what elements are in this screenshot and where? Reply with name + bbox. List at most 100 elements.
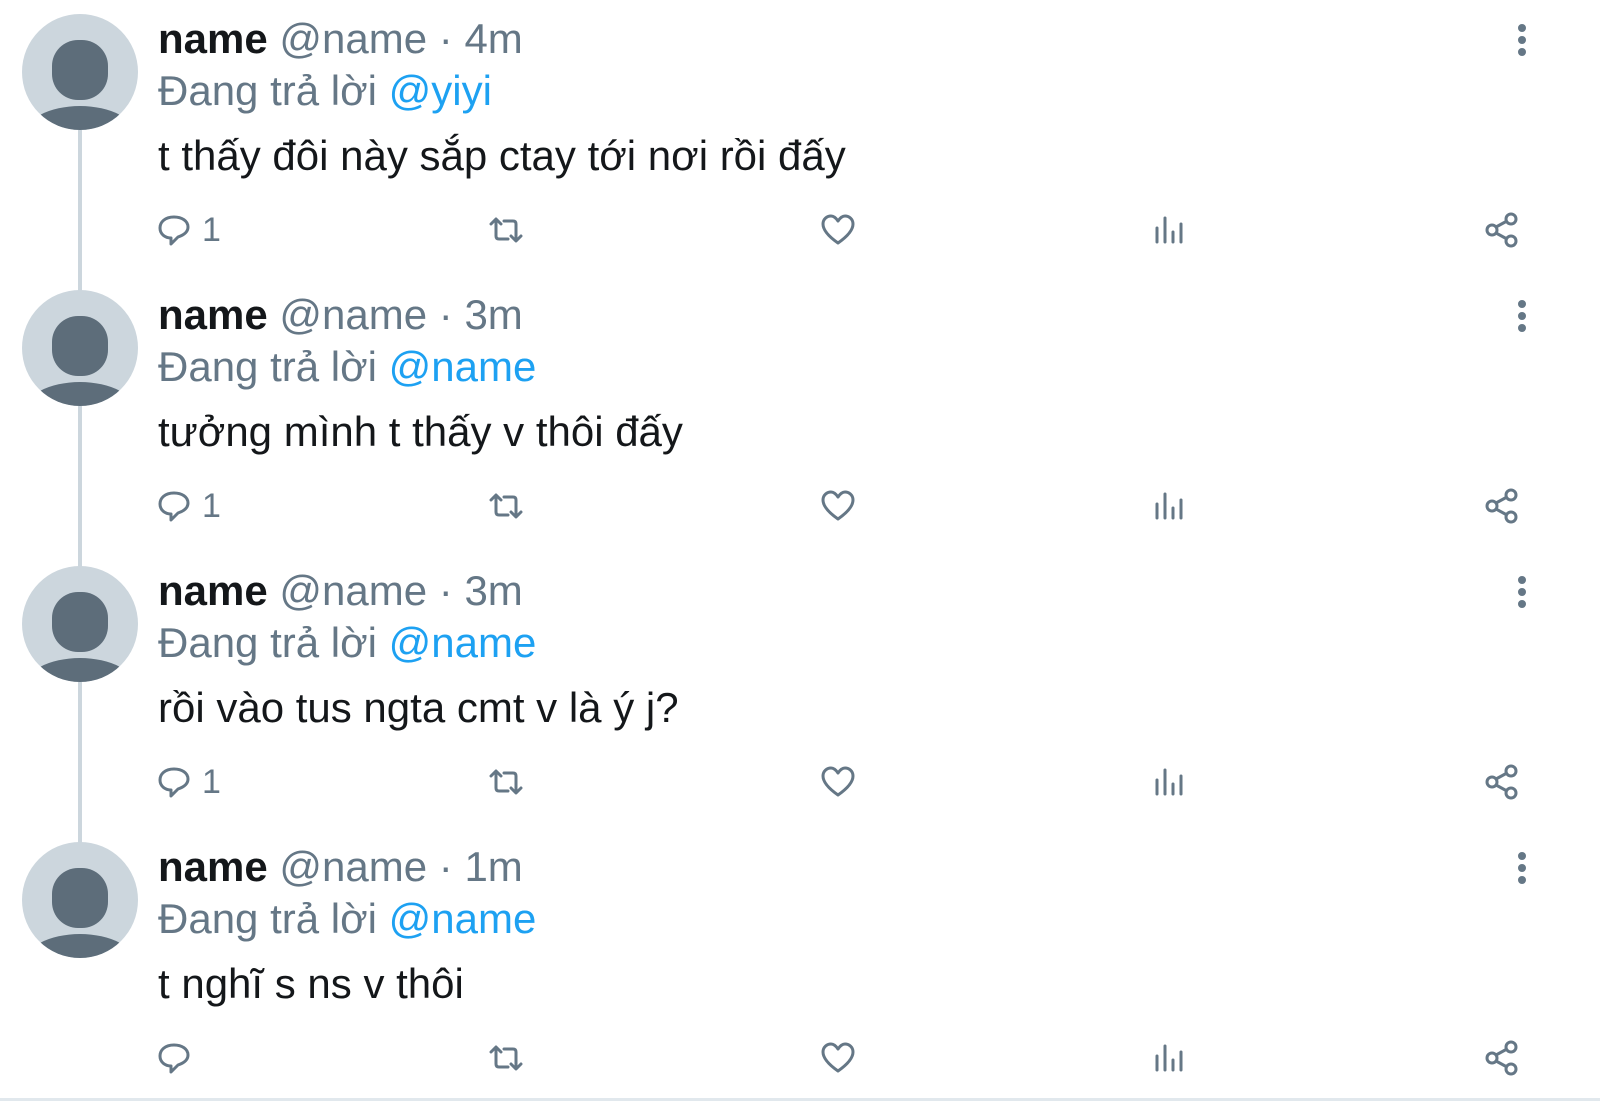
stats-button[interactable] [1152,1036,1188,1080]
default-avatar-icon [25,40,135,130]
retweet-button[interactable] [488,208,524,252]
replying-to-line: Đang trả lời @name [158,618,536,668]
more-options-button[interactable] [1508,296,1540,336]
tweet-text: t nghĩ s ns v thôi [158,960,464,1007]
reply-button[interactable] [156,1036,202,1080]
tweet-thread: name @name · 4m Đang trả lời @yiyi t thấ… [0,0,1600,1104]
stats-icon [1155,216,1183,244]
tweet-header: name @name · 4m [158,14,523,64]
like-button[interactable] [820,1036,856,1080]
replying-to-label: Đang trả lời [158,343,389,390]
like-button[interactable] [820,208,856,252]
share-icon [1485,488,1518,524]
replying-to-mention[interactable]: @name [389,343,537,390]
more-options-button[interactable] [1508,848,1540,888]
reply-count: 1 [202,211,221,249]
default-avatar-icon [25,868,135,958]
separator-dot: · [438,291,453,338]
share-icon [1485,1040,1518,1076]
stats-icon [1155,1044,1183,1072]
reply-count: 1 [202,763,221,801]
like-button[interactable] [820,484,856,528]
stats-button[interactable] [1152,760,1188,804]
reply-button[interactable]: 1 [156,208,221,252]
user-handle[interactable]: @name [279,567,427,614]
share-icon [1485,212,1518,248]
reply-button[interactable]: 1 [156,760,221,804]
replying-to-label: Đang trả lời [158,67,389,114]
user-handle[interactable]: @name [279,291,427,338]
reply-icon [158,215,190,246]
avatar[interactable] [22,290,138,406]
avatar[interactable] [22,842,138,958]
user-handle[interactable]: @name [279,15,427,62]
separator-dot: · [438,843,453,890]
reply-button[interactable]: 1 [156,484,221,528]
more-options-button[interactable] [1508,572,1540,612]
replying-to-label: Đang trả lời [158,619,389,666]
tweet-header: name @name · 3m [158,566,523,616]
replying-to-label: Đang trả lời [158,895,389,942]
more-options-button[interactable] [1508,20,1540,60]
tweet-text: rồi vào tus ngta cmt v là ý j? [158,684,679,731]
more-icon [1518,852,1526,884]
tweet-item[interactable]: name @name · 3m Đang trả lời @name rồi v… [0,552,1600,850]
tweet-item[interactable]: name @name · 1m Đang trả lời @name t ngh… [0,828,1600,1104]
tweet-text: t thấy đôi này sắp ctay tới nơi rồi đấy [158,132,846,179]
share-button[interactable] [1484,1036,1520,1080]
tweet-text: tưởng mình t thấy v thôi đấy [158,408,683,455]
tweet-item[interactable]: name @name · 4m Đang trả lời @yiyi t thấ… [0,0,1600,298]
share-button[interactable] [1484,208,1520,252]
replying-to-line: Đang trả lời @name [158,342,536,392]
like-icon [821,214,855,245]
retweet-icon [489,769,523,795]
avatar[interactable] [22,14,138,130]
bottom-divider [0,1098,1600,1101]
tweet-actions: 1 [0,484,1600,528]
retweet-icon [489,217,523,243]
retweet-button[interactable] [488,760,524,804]
default-avatar-icon [25,316,135,406]
tweet-item[interactable]: name @name · 3m Đang trả lời @name tưởng… [0,276,1600,574]
reply-count: 1 [202,487,221,525]
replying-to-mention[interactable]: @yiyi [389,67,492,114]
stats-icon [1155,768,1183,796]
separator-dot: · [438,567,453,614]
user-handle[interactable]: @name [279,843,427,890]
tweet-header: name @name · 1m [158,842,523,892]
retweet-button[interactable] [488,1036,524,1080]
retweet-icon [489,1045,523,1071]
timestamp[interactable]: 1m [464,843,522,890]
stats-icon [1155,492,1183,520]
more-icon [1518,576,1526,608]
tweet-actions: 1 [0,760,1600,804]
like-icon [821,766,855,797]
display-name[interactable]: name [158,843,268,890]
stats-button[interactable] [1152,208,1188,252]
retweet-button[interactable] [488,484,524,528]
replying-to-line: Đang trả lời @name [158,894,536,944]
share-icon [1485,764,1518,800]
display-name[interactable]: name [158,567,268,614]
tweet-actions [0,1036,1600,1080]
separator-dot: · [438,15,453,62]
display-name[interactable]: name [158,291,268,338]
reply-icon [158,491,190,522]
more-icon [1518,24,1526,56]
share-button[interactable] [1484,760,1520,804]
reply-icon [158,1043,190,1074]
reply-icon [158,767,190,798]
timestamp[interactable]: 4m [464,15,522,62]
share-button[interactable] [1484,484,1520,528]
replying-to-mention[interactable]: @name [389,619,537,666]
timestamp[interactable]: 3m [464,567,522,614]
retweet-icon [489,493,523,519]
replying-to-mention[interactable]: @name [389,895,537,942]
stats-button[interactable] [1152,484,1188,528]
timestamp[interactable]: 3m [464,291,522,338]
display-name[interactable]: name [158,15,268,62]
like-button[interactable] [820,760,856,804]
like-icon [821,490,855,521]
default-avatar-icon [25,592,135,682]
avatar[interactable] [22,566,138,682]
